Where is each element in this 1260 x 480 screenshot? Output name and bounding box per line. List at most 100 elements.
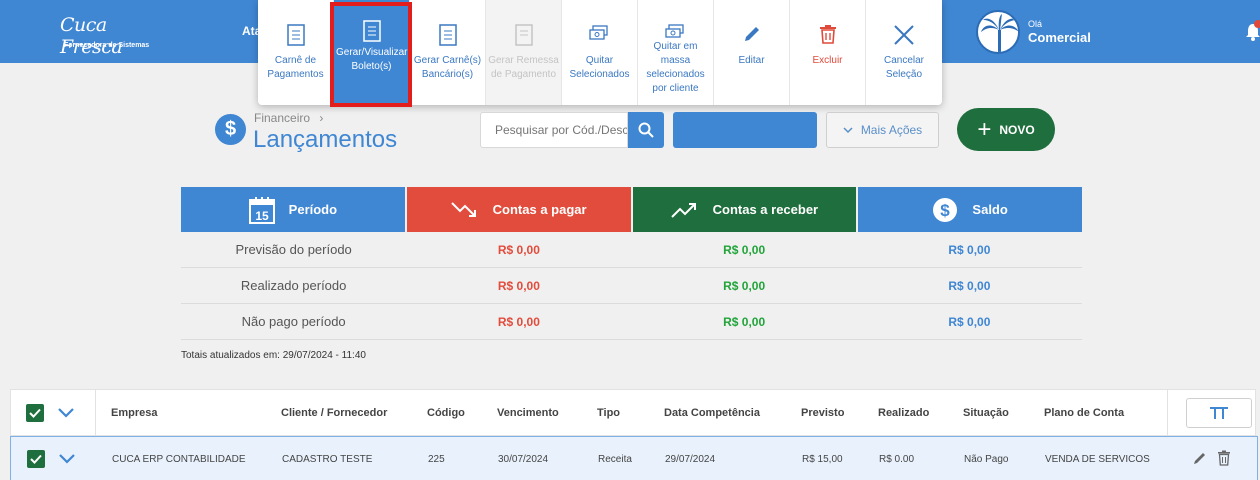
column-header-previsto[interactable]: Previsto bbox=[801, 407, 844, 419]
summary-header-label: Contas a pagar bbox=[492, 202, 587, 217]
action-cancelar-selecao[interactable]: Cancelar Seleção bbox=[866, 0, 942, 105]
dollar-icon: $ bbox=[933, 197, 958, 222]
summary-row: Realizado período R$ 0,00 R$ 0,00 R$ 0,0… bbox=[181, 268, 1082, 304]
summary-header-label: Contas a receber bbox=[712, 202, 819, 217]
summary-value-pagar: R$ 0,00 bbox=[497, 278, 540, 293]
trend-up-icon bbox=[670, 202, 696, 218]
action-label: Gerar Carnê(s) Bancário(s) bbox=[413, 55, 482, 80]
search-input[interactable] bbox=[480, 112, 628, 148]
svg-text:$: $ bbox=[941, 201, 951, 220]
summary-row-label: Previsão do período bbox=[235, 242, 352, 257]
column-header-vencimento[interactable]: Vencimento bbox=[497, 407, 559, 419]
search-button[interactable] bbox=[628, 112, 664, 148]
pencil-icon bbox=[744, 27, 759, 41]
summary-value-receber: R$ 0,00 bbox=[723, 314, 766, 329]
action-gerar-carne-bancario[interactable]: Gerar Carnê(s) Bancário(s) bbox=[410, 0, 486, 105]
column-divider bbox=[95, 390, 96, 436]
action-label: Cancelar Seleção bbox=[883, 55, 925, 80]
column-header-cliente[interactable]: Cliente / Fornecedor bbox=[281, 407, 387, 419]
new-button[interactable]: + NOVO bbox=[957, 108, 1055, 151]
column-header-empresa[interactable]: Empresa bbox=[111, 407, 157, 419]
user-greeting: Olá bbox=[1028, 19, 1043, 29]
logo-text: Cuca Fresca bbox=[60, 14, 123, 58]
chevron-down-icon[interactable] bbox=[59, 454, 75, 464]
document-icon bbox=[286, 24, 305, 46]
new-label: NOVO bbox=[999, 122, 1035, 137]
summary-value-saldo: R$ 0,00 bbox=[948, 314, 991, 329]
summary-header-receber[interactable]: Contas a receber bbox=[632, 187, 857, 232]
dollar-icon: $ bbox=[215, 114, 246, 145]
summary-headers: 15 Período Contas a pagar Contas a receb… bbox=[181, 187, 1082, 232]
action-excluir[interactable]: Excluir bbox=[790, 0, 866, 105]
calendar-icon: 15 bbox=[248, 196, 275, 224]
column-settings-button[interactable] bbox=[1186, 398, 1252, 428]
column-header-data-competencia[interactable]: Data Competência bbox=[664, 407, 760, 419]
close-icon bbox=[894, 25, 914, 45]
summary-row-label: Não pago período bbox=[241, 314, 346, 329]
totals-updated-note: Totais atualizados em: 29/07/2024 - 11:4… bbox=[181, 350, 366, 361]
breadcrumb-item[interactable]: Financeiro bbox=[254, 111, 310, 125]
summary-header-label: Período bbox=[288, 202, 338, 217]
row-checkbox[interactable] bbox=[27, 450, 45, 468]
breadcrumb-separator: › bbox=[319, 111, 324, 125]
money-icon bbox=[664, 24, 684, 38]
action-label: Quitar Selecionados bbox=[569, 55, 630, 80]
checkmark-icon bbox=[29, 408, 41, 418]
user-name[interactable]: Comercial bbox=[1028, 30, 1091, 45]
cell-plano-conta: VENDA DE SERVICOS bbox=[1045, 454, 1150, 465]
table-row[interactable]: CUCA ERP CONTABILIDADE CADASTRO TESTE 22… bbox=[10, 436, 1258, 480]
checkmark-icon bbox=[30, 454, 42, 464]
action-editar[interactable]: Editar bbox=[714, 0, 790, 105]
action-quitar-em-massa[interactable]: Quitar em massa selecionados por cliente bbox=[638, 0, 714, 105]
trash-icon bbox=[819, 25, 836, 44]
chevron-down-icon[interactable] bbox=[58, 408, 74, 418]
column-divider bbox=[1167, 390, 1168, 436]
column-header-plano-conta[interactable]: Plano de Conta bbox=[1044, 407, 1124, 419]
user-avatar[interactable] bbox=[976, 10, 1020, 54]
summary-header-pagar[interactable]: Contas a pagar bbox=[406, 187, 631, 232]
summary-value-saldo: R$ 0,00 bbox=[948, 242, 991, 257]
highlight-box bbox=[330, 2, 412, 107]
select-all-checkbox[interactable] bbox=[26, 404, 44, 422]
cell-data-competencia: 29/07/2024 bbox=[665, 454, 716, 465]
filter-button[interactable] bbox=[673, 112, 817, 148]
column-header-codigo[interactable]: Código bbox=[427, 407, 465, 419]
trash-icon[interactable] bbox=[1217, 450, 1231, 466]
calendar-day: 15 bbox=[255, 209, 269, 223]
column-header-situacao[interactable]: Situação bbox=[963, 407, 1009, 419]
summary-header-periodo[interactable]: 15 Período bbox=[181, 187, 405, 232]
summary-value-receber: R$ 0,00 bbox=[723, 242, 766, 257]
action-label: Quitar em massa selecionados por cliente bbox=[646, 41, 705, 94]
cell-vencimento: 30/07/2024 bbox=[498, 454, 549, 465]
logo-subtitle: Fornecedora de Sistemas bbox=[64, 42, 150, 49]
cell-empresa: CUCA ERP CONTABILIDADE bbox=[112, 454, 246, 465]
entries-table: Empresa Cliente / Fornecedor Código Venc… bbox=[10, 389, 1258, 480]
summary-row: Não pago período R$ 0,00 R$ 0,00 R$ 0,00 bbox=[181, 304, 1082, 340]
more-actions-button[interactable]: Mais Ações bbox=[826, 112, 939, 148]
chevron-down-icon bbox=[843, 127, 853, 134]
summary-value-pagar: R$ 0,00 bbox=[497, 242, 540, 257]
action-gerar-remessa: Gerar Remessa de Pagamento bbox=[486, 0, 562, 105]
company-logo[interactable]: Cuca Fresca Fornecedora de Sistemas bbox=[60, 12, 150, 58]
document-icon bbox=[514, 24, 533, 46]
money-icon bbox=[588, 25, 608, 40]
action-carne-pagamentos[interactable]: Carnê de Pagamentos bbox=[258, 0, 334, 105]
document-icon bbox=[438, 24, 457, 46]
action-label: Carnê de Pagamentos bbox=[267, 55, 324, 80]
more-actions-label: Mais Ações bbox=[860, 123, 923, 137]
cell-realizado: R$ 0.00 bbox=[879, 454, 915, 465]
column-header-realizado[interactable]: Realizado bbox=[878, 407, 929, 419]
action-label: Gerar Remessa de Pagamento bbox=[488, 55, 559, 80]
column-header-tipo[interactable]: Tipo bbox=[597, 407, 620, 419]
summary-value-pagar: R$ 0,00 bbox=[497, 314, 540, 329]
pencil-icon[interactable] bbox=[1193, 451, 1207, 465]
page-title: Lançamentos bbox=[253, 126, 398, 153]
notification-badge bbox=[1254, 20, 1260, 28]
breadcrumb[interactable]: Financeiro › bbox=[254, 111, 323, 125]
action-label: Editar bbox=[738, 55, 765, 66]
cell-previsto: R$ 15,00 bbox=[802, 454, 843, 465]
action-quitar-selecionados[interactable]: Quitar Selecionados bbox=[562, 0, 638, 105]
summary-row: Previsão do período R$ 0,00 R$ 0,00 R$ 0… bbox=[181, 232, 1082, 268]
cell-tipo: Receita bbox=[598, 454, 632, 465]
summary-header-saldo[interactable]: $ Saldo bbox=[858, 187, 1082, 232]
